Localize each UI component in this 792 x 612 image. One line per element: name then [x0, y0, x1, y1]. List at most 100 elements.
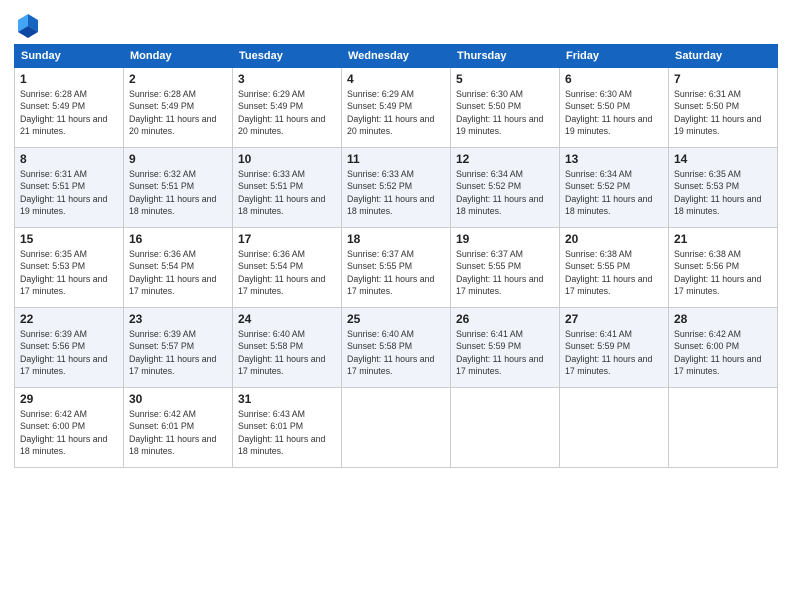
day-number: 31	[238, 392, 336, 406]
day-info: Sunrise: 6:33 AMSunset: 5:52 PMDaylight:…	[347, 168, 445, 217]
day-info: Sunrise: 6:39 AMSunset: 5:57 PMDaylight:…	[129, 328, 227, 377]
calendar-week-row: 22 Sunrise: 6:39 AMSunset: 5:56 PMDayligh…	[15, 308, 778, 388]
day-number: 17	[238, 232, 336, 246]
day-info: Sunrise: 6:31 AMSunset: 5:51 PMDaylight:…	[20, 168, 118, 217]
calendar-cell: 2 Sunrise: 6:28 AMSunset: 5:49 PMDaylight…	[124, 68, 233, 148]
weekday-header-saturday: Saturday	[669, 45, 778, 68]
calendar-week-row: 1 Sunrise: 6:28 AMSunset: 5:49 PMDaylight…	[15, 68, 778, 148]
day-info: Sunrise: 6:36 AMSunset: 5:54 PMDaylight:…	[129, 248, 227, 297]
day-number: 4	[347, 72, 445, 86]
day-info: Sunrise: 6:34 AMSunset: 5:52 PMDaylight:…	[456, 168, 554, 217]
weekday-header-friday: Friday	[560, 45, 669, 68]
calendar-week-row: 8 Sunrise: 6:31 AMSunset: 5:51 PMDaylight…	[15, 148, 778, 228]
calendar-cell: 19Sunrise: 6:37 AMSunset: 5:55 PMDayligh…	[451, 228, 560, 308]
day-info: Sunrise: 6:40 AMSunset: 5:58 PMDaylight:…	[238, 328, 336, 377]
calendar-cell	[669, 388, 778, 468]
day-info: Sunrise: 6:31 AMSunset: 5:50 PMDaylight:…	[674, 88, 772, 137]
day-number: 30	[129, 392, 227, 406]
day-info: Sunrise: 6:30 AMSunset: 5:50 PMDaylight:…	[456, 88, 554, 137]
day-number: 11	[347, 152, 445, 166]
day-number: 24	[238, 312, 336, 326]
calendar-cell: 5 Sunrise: 6:30 AMSunset: 5:50 PMDaylight…	[451, 68, 560, 148]
logo-icon	[14, 10, 42, 38]
day-number: 12	[456, 152, 554, 166]
day-info: Sunrise: 6:42 AMSunset: 6:00 PMDaylight:…	[20, 408, 118, 457]
calendar-cell: 3 Sunrise: 6:29 AMSunset: 5:49 PMDaylight…	[233, 68, 342, 148]
day-number: 10	[238, 152, 336, 166]
day-info: Sunrise: 6:42 AMSunset: 6:01 PMDaylight:…	[129, 408, 227, 457]
calendar-cell: 13Sunrise: 6:34 AMSunset: 5:52 PMDayligh…	[560, 148, 669, 228]
day-number: 3	[238, 72, 336, 86]
calendar-cell: 1 Sunrise: 6:28 AMSunset: 5:49 PMDaylight…	[15, 68, 124, 148]
calendar-cell: 14 Sunrise: 6:35 AMSunset: 5:53 PMDayligh…	[669, 148, 778, 228]
calendar-cell: 30 Sunrise: 6:42 AMSunset: 6:01 PMDayligh…	[124, 388, 233, 468]
calendar-cell: 24 Sunrise: 6:40 AMSunset: 5:58 PMDayligh…	[233, 308, 342, 388]
day-number: 6	[565, 72, 663, 86]
day-number: 5	[456, 72, 554, 86]
calendar-cell: 25 Sunrise: 6:40 AMSunset: 5:58 PMDayligh…	[342, 308, 451, 388]
day-number: 7	[674, 72, 772, 86]
calendar-cell: 12 Sunrise: 6:34 AMSunset: 5:52 PMDayligh…	[451, 148, 560, 228]
day-info: Sunrise: 6:29 AMSunset: 5:49 PMDaylight:…	[238, 88, 336, 137]
day-info: Sunrise: 6:38 AMSunset: 5:55 PMDaylight:…	[565, 248, 663, 297]
day-number: 15	[20, 232, 118, 246]
day-number: 27	[565, 312, 663, 326]
day-number: 2	[129, 72, 227, 86]
calendar-cell: 28Sunrise: 6:42 AMSunset: 6:00 PMDayligh…	[669, 308, 778, 388]
day-number: 8	[20, 152, 118, 166]
day-info: Sunrise: 6:38 AMSunset: 5:56 PMDaylight:…	[674, 248, 772, 297]
day-info: Sunrise: 6:28 AMSunset: 5:49 PMDaylight:…	[129, 88, 227, 137]
calendar-cell: 18 Sunrise: 6:37 AMSunset: 5:55 PMDayligh…	[342, 228, 451, 308]
calendar-cell: 4 Sunrise: 6:29 AMSunset: 5:49 PMDaylight…	[342, 68, 451, 148]
day-number: 14	[674, 152, 772, 166]
day-info: Sunrise: 6:35 AMSunset: 5:53 PMDaylight:…	[674, 168, 772, 217]
calendar-cell: 11 Sunrise: 6:33 AMSunset: 5:52 PMDayligh…	[342, 148, 451, 228]
day-info: Sunrise: 6:29 AMSunset: 5:49 PMDaylight:…	[347, 88, 445, 137]
day-info: Sunrise: 6:33 AMSunset: 5:51 PMDaylight:…	[238, 168, 336, 217]
weekday-header-wednesday: Wednesday	[342, 45, 451, 68]
calendar-cell: 22 Sunrise: 6:39 AMSunset: 5:56 PMDayligh…	[15, 308, 124, 388]
day-number: 19	[456, 232, 554, 246]
day-info: Sunrise: 6:28 AMSunset: 5:49 PMDaylight:…	[20, 88, 118, 137]
day-info: Sunrise: 6:40 AMSunset: 5:58 PMDaylight:…	[347, 328, 445, 377]
calendar-table: SundayMondayTuesdayWednesdayThursdayFrid…	[14, 44, 778, 468]
day-number: 21	[674, 232, 772, 246]
day-info: Sunrise: 6:36 AMSunset: 5:54 PMDaylight:…	[238, 248, 336, 297]
calendar-cell: 6Sunrise: 6:30 AMSunset: 5:50 PMDaylight…	[560, 68, 669, 148]
calendar-cell: 9Sunrise: 6:32 AMSunset: 5:51 PMDaylight…	[124, 148, 233, 228]
calendar-week-row: 15 Sunrise: 6:35 AMSunset: 5:53 PMDayligh…	[15, 228, 778, 308]
calendar-cell: 26Sunrise: 6:41 AMSunset: 5:59 PMDayligh…	[451, 308, 560, 388]
calendar-cell	[451, 388, 560, 468]
calendar-cell: 20 Sunrise: 6:38 AMSunset: 5:55 PMDayligh…	[560, 228, 669, 308]
calendar-cell: 27 Sunrise: 6:41 AMSunset: 5:59 PMDayligh…	[560, 308, 669, 388]
header	[14, 10, 778, 38]
weekday-header-thursday: Thursday	[451, 45, 560, 68]
day-number: 1	[20, 72, 118, 86]
day-number: 26	[456, 312, 554, 326]
calendar-cell: 10 Sunrise: 6:33 AMSunset: 5:51 PMDayligh…	[233, 148, 342, 228]
day-info: Sunrise: 6:41 AMSunset: 5:59 PMDaylight:…	[565, 328, 663, 377]
day-number: 13	[565, 152, 663, 166]
day-number: 25	[347, 312, 445, 326]
day-number: 29	[20, 392, 118, 406]
weekday-header-monday: Monday	[124, 45, 233, 68]
calendar-cell: 16Sunrise: 6:36 AMSunset: 5:54 PMDayligh…	[124, 228, 233, 308]
calendar-cell: 17 Sunrise: 6:36 AMSunset: 5:54 PMDayligh…	[233, 228, 342, 308]
calendar-cell: 15 Sunrise: 6:35 AMSunset: 5:53 PMDayligh…	[15, 228, 124, 308]
day-info: Sunrise: 6:43 AMSunset: 6:01 PMDaylight:…	[238, 408, 336, 457]
day-number: 9	[129, 152, 227, 166]
calendar-week-row: 29 Sunrise: 6:42 AMSunset: 6:00 PMDayligh…	[15, 388, 778, 468]
day-info: Sunrise: 6:35 AMSunset: 5:53 PMDaylight:…	[20, 248, 118, 297]
weekday-header-row: SundayMondayTuesdayWednesdayThursdayFrid…	[15, 45, 778, 68]
weekday-header-sunday: Sunday	[15, 45, 124, 68]
day-info: Sunrise: 6:39 AMSunset: 5:56 PMDaylight:…	[20, 328, 118, 377]
day-info: Sunrise: 6:42 AMSunset: 6:00 PMDaylight:…	[674, 328, 772, 377]
calendar-cell: 21 Sunrise: 6:38 AMSunset: 5:56 PMDayligh…	[669, 228, 778, 308]
day-info: Sunrise: 6:37 AMSunset: 5:55 PMDaylight:…	[347, 248, 445, 297]
calendar-page: SundayMondayTuesdayWednesdayThursdayFrid…	[0, 0, 792, 612]
calendar-cell: 29 Sunrise: 6:42 AMSunset: 6:00 PMDayligh…	[15, 388, 124, 468]
day-number: 18	[347, 232, 445, 246]
day-number: 20	[565, 232, 663, 246]
calendar-cell: 31 Sunrise: 6:43 AMSunset: 6:01 PMDayligh…	[233, 388, 342, 468]
day-number: 22	[20, 312, 118, 326]
